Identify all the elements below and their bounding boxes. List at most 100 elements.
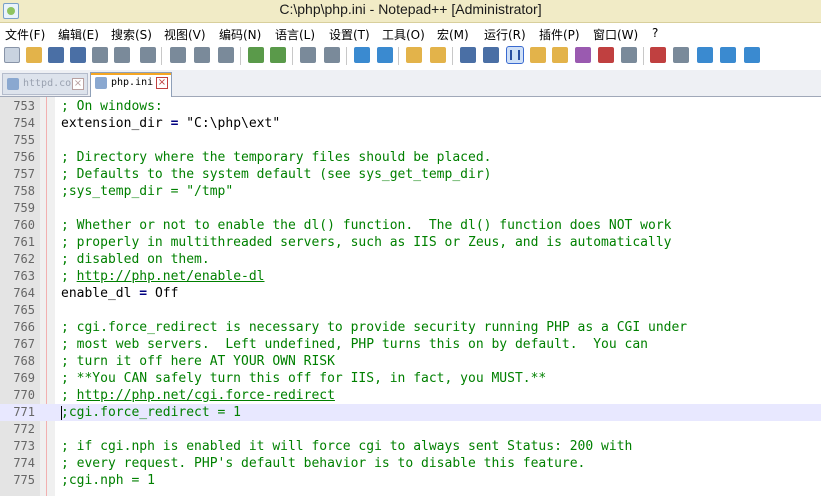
menu-language[interactable]: 语言(L) <box>275 26 315 43</box>
line-content: ; every request. PHP's default behavior … <box>61 455 585 472</box>
code-line[interactable]: 766 ; cgi.force_redirect is necessary to … <box>0 319 821 336</box>
code-lines[interactable]: 753 ; On windows: 754 extension_dir = "C:\p… <box>0 98 821 489</box>
cut-icon[interactable] <box>170 47 186 63</box>
comment-text: ; cgi.force_redirect is necessary to pro… <box>61 320 688 335</box>
menu-view[interactable]: 视图(V) <box>164 26 206 43</box>
zoom-in-icon[interactable] <box>354 47 370 63</box>
code-line[interactable]: 765 <box>0 302 821 319</box>
code-line[interactable]: 768 ; turn it off here AT YOUR OWN RISK <box>0 353 821 370</box>
print-icon[interactable] <box>140 47 156 63</box>
line-content: ; Whether or not to enable the dl() func… <box>61 217 671 234</box>
monitor-icon[interactable] <box>621 47 637 63</box>
save-all-icon[interactable] <box>70 47 86 63</box>
doc-map-icon[interactable] <box>552 47 568 63</box>
replace-icon[interactable] <box>324 47 340 63</box>
open-file-icon[interactable] <box>26 47 42 63</box>
code-line[interactable]: 758 ;sys_temp_dir = "/tmp" <box>0 183 821 200</box>
sync-vertical-icon[interactable] <box>406 47 422 63</box>
menu-edit[interactable]: 编辑(E) <box>58 26 99 43</box>
code-line[interactable]: 773 ; if cgi.nph is enabled it will force… <box>0 438 821 455</box>
copy-icon[interactable] <box>194 47 210 63</box>
save-icon[interactable] <box>48 47 64 63</box>
code-line[interactable]: 772 <box>0 421 821 438</box>
code-line[interactable]: 764 enable_dl = Off <box>0 285 821 302</box>
code-line[interactable]: 775 ;cgi.nph = 1 <box>0 472 821 489</box>
window-title: C:\php\php.ini - Notepad++ [Administrato… <box>279 1 542 17</box>
menu-macro[interactable]: 宏(M) <box>437 26 469 43</box>
comment-text: ; On windows: <box>61 99 163 114</box>
indent-guide-icon[interactable] <box>506 46 524 64</box>
menu-settings[interactable]: 设置(T) <box>329 26 370 43</box>
line-number: 764 <box>13 286 35 300</box>
tab-close-icon[interactable]: × <box>72 78 84 90</box>
tab-label: php.ini <box>111 77 154 88</box>
setting-value: "C:\php\ext" <box>186 116 281 131</box>
code-line[interactable]: 755 <box>0 132 821 149</box>
close-all-icon[interactable] <box>114 47 130 63</box>
comment-link[interactable]: http://php.net/enable-dl <box>77 269 265 284</box>
tab-php-ini[interactable]: php.ini × <box>90 72 172 97</box>
save-macro-icon[interactable] <box>744 47 760 63</box>
code-line[interactable]: 767 ; most web servers. Left undefined, P… <box>0 336 821 353</box>
show-all-chars-icon[interactable] <box>483 47 499 63</box>
menu-window[interactable]: 窗口(W) <box>593 26 638 43</box>
comment-prefix: ; <box>61 269 77 284</box>
line-number: 762 <box>13 252 35 266</box>
file-icon <box>7 78 19 90</box>
menu-tools[interactable]: 工具(O) <box>382 26 425 43</box>
code-line[interactable]: 774 ; every request. PHP's default behavi… <box>0 455 821 472</box>
stop-macro-icon[interactable] <box>673 47 689 63</box>
code-line[interactable]: 753 ; On windows: <box>0 98 821 115</box>
menu-bar: 文件(F) 编辑(E) 搜索(S) 视图(V) 编码(N) 语言(L) 设置(T… <box>0 23 821 44</box>
current-code-line[interactable]: 771 ;cgi.force_redirect = 1 <box>0 404 821 421</box>
line-number: 756 <box>13 150 35 164</box>
code-line[interactable]: 761 ; properly in multithreaded servers, … <box>0 234 821 251</box>
line-number: 775 <box>13 473 35 487</box>
code-line[interactable]: 762 ; disabled on them. <box>0 251 821 268</box>
file-icon <box>95 77 107 89</box>
undo-icon[interactable] <box>248 47 264 63</box>
code-line[interactable]: 770; http://php.net/cgi.force-redirect <box>0 387 821 404</box>
code-line[interactable]: 759 <box>0 200 821 217</box>
line-content: ;cgi.force_redirect = 1 <box>61 404 241 421</box>
comment-text: ; Defaults to the system default (see sy… <box>61 167 492 182</box>
zoom-out-icon[interactable] <box>377 47 393 63</box>
record-macro-icon[interactable] <box>650 47 666 63</box>
line-content: ; cgi.force_redirect is necessary to pro… <box>61 319 687 336</box>
menu-plugins[interactable]: 插件(P) <box>539 26 580 43</box>
code-line[interactable]: 754 extension_dir = "C:\php\ext" <box>0 115 821 132</box>
tab-close-icon[interactable]: × <box>156 77 168 89</box>
code-line[interactable]: 769 ; **You CAN safely turn this off for … <box>0 370 821 387</box>
code-line[interactable]: 763; http://php.net/enable-dl <box>0 268 821 285</box>
line-number: 771 <box>13 405 35 419</box>
redo-icon[interactable] <box>270 47 286 63</box>
code-line[interactable]: 760 ; Whether or not to enable the dl() f… <box>0 217 821 234</box>
tab-httpd-conf[interactable]: httpd.conf × <box>2 73 88 95</box>
play-macro-icon[interactable] <box>697 47 713 63</box>
line-number: 753 <box>13 99 35 113</box>
line-content: ; http://php.net/cgi.force-redirect <box>61 387 335 404</box>
udl-icon[interactable] <box>530 47 546 63</box>
function-list-icon[interactable] <box>575 47 591 63</box>
comment-text: ; most web servers. Left undefined, PHP … <box>61 337 648 352</box>
new-file-icon[interactable] <box>4 47 20 63</box>
word-wrap-icon[interactable] <box>460 47 476 63</box>
menu-encoding[interactable]: 编码(N) <box>219 26 261 43</box>
find-icon[interactable] <box>300 47 316 63</box>
sync-horizontal-icon[interactable] <box>430 47 446 63</box>
code-line[interactable]: 756 ; Directory where the temporary files… <box>0 149 821 166</box>
paste-icon[interactable] <box>218 47 234 63</box>
close-icon[interactable] <box>92 47 108 63</box>
code-line[interactable]: 757 ; Defaults to the system default (see… <box>0 166 821 183</box>
line-number: 769 <box>13 371 35 385</box>
folder-workspace-icon[interactable] <box>598 47 614 63</box>
menu-file[interactable]: 文件(F) <box>5 26 45 43</box>
menu-help[interactable]: ? <box>652 26 658 40</box>
line-number: 766 <box>13 320 35 334</box>
menu-run[interactable]: 运行(R) <box>484 26 526 43</box>
line-content: ; On windows: <box>61 98 163 115</box>
comment-link[interactable]: http://php.net/cgi.force-redirect <box>77 388 335 403</box>
editor-area[interactable]: 753 ; On windows: 754 extension_dir = "C:\p… <box>0 97 821 496</box>
menu-search[interactable]: 搜索(S) <box>111 26 152 43</box>
run-macro-icon[interactable] <box>720 47 736 63</box>
